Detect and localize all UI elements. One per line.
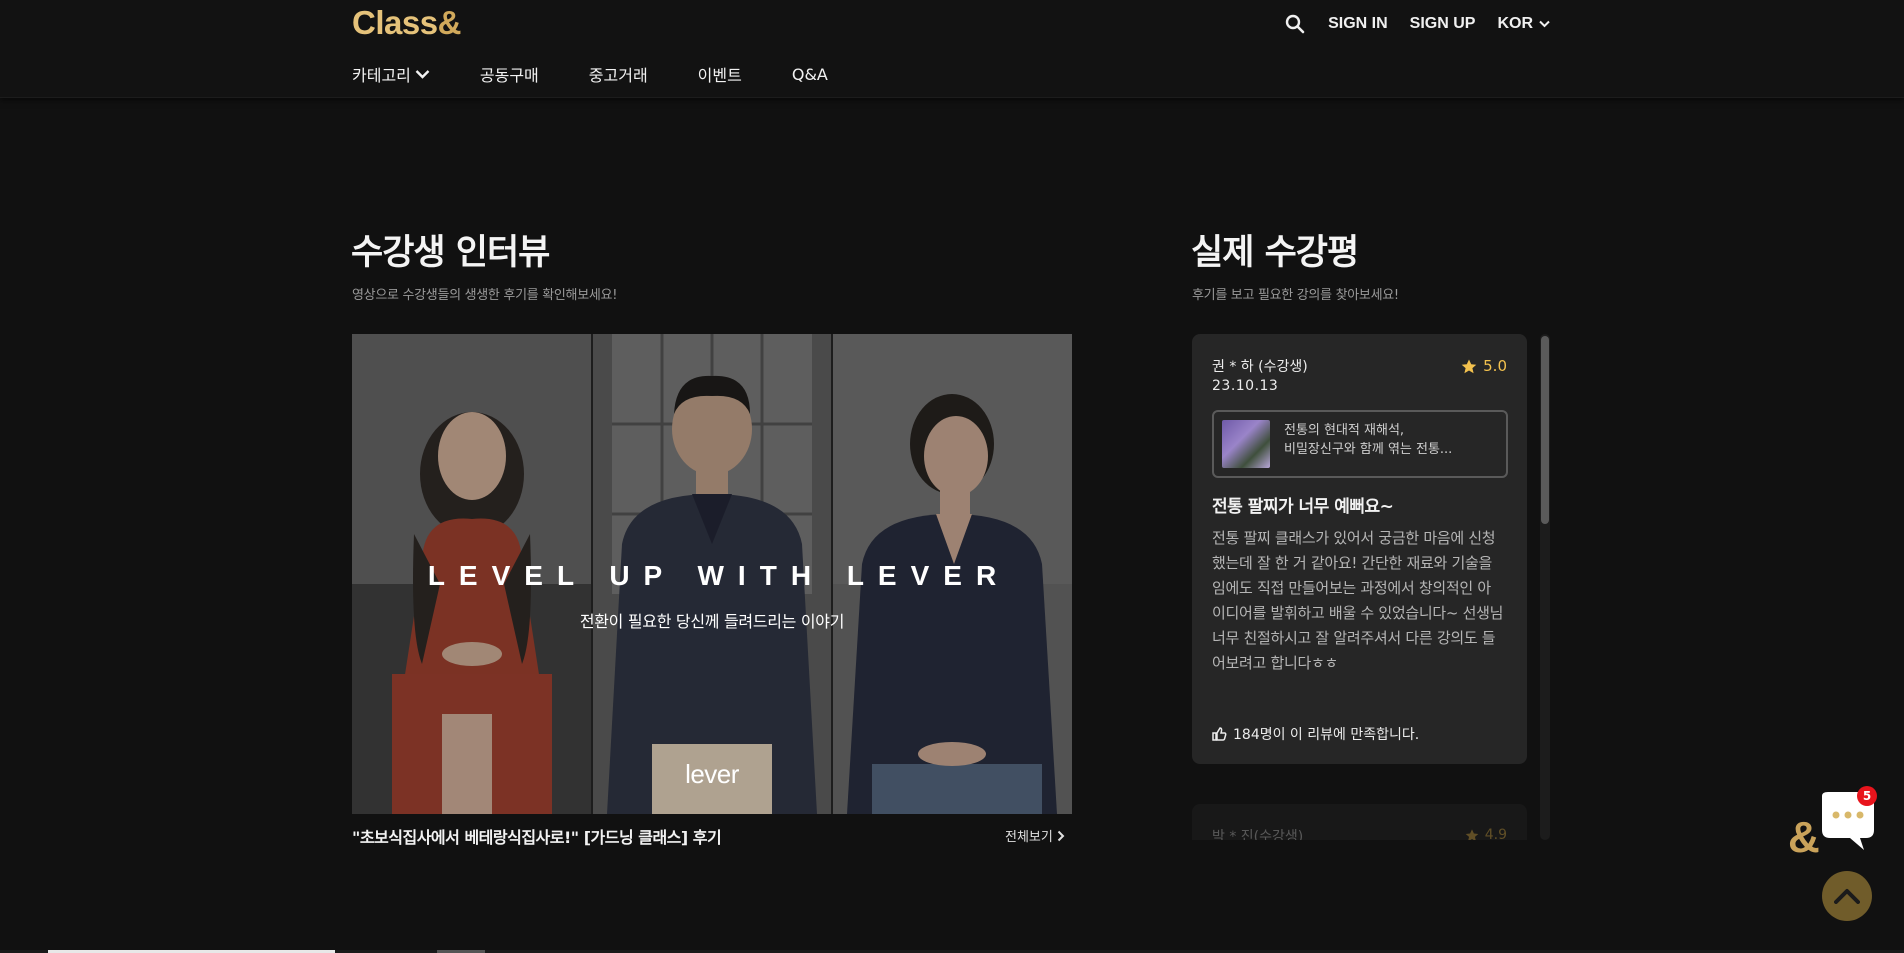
chevron-right-icon — [1057, 830, 1065, 841]
main-nav: 카테고리 공동구매 중고거래 이벤트 Q&A — [352, 62, 878, 86]
nav-label: 카테고리 — [352, 66, 411, 85]
star-icon — [1465, 828, 1479, 840]
video-caption[interactable]: "초보식집사에서 베테랑식집사로!" [가드닝 클래스] 후기 — [352, 824, 722, 848]
likes-text: 184명이 이 리뷰에 만족합니다. — [1233, 727, 1420, 743]
review-rating: 4.9 — [1465, 827, 1507, 840]
chevron-down-icon — [415, 70, 430, 79]
reviews-title: 실제 수강평 — [1191, 233, 1359, 273]
rating-value: 5.0 — [1483, 357, 1507, 375]
review-date: 23.10.13 — [1212, 378, 1279, 394]
logo-text: Class — [352, 4, 438, 41]
review-card[interactable]: 박 * 진(수강생) 4.9 — [1192, 804, 1527, 840]
site-header: Class& SIGN IN SIGN UP KOR 카테고리 공동구매 중고거… — [0, 0, 1904, 98]
search-icon[interactable] — [1284, 13, 1306, 35]
view-all-link[interactable]: 전체보기 — [1005, 826, 1065, 845]
scroll-to-top-button[interactable] — [1822, 871, 1872, 921]
chevron-down-icon — [1539, 20, 1550, 28]
review-title: 전통 팔찌가 너무 예뻐요~ — [1212, 497, 1394, 517]
nav-item-group-buy[interactable]: 공동구매 — [480, 62, 539, 86]
view-all-label: 전체보기 — [1005, 830, 1053, 845]
review-body: 전통 팔찌 클래스가 있어서 궁금한 마음에 신청했는데 잘 한 거 같아요! … — [1212, 529, 1504, 672]
top-right-menu: SIGN IN SIGN UP KOR — [1284, 13, 1550, 35]
chat-notification-badge: 5 — [1857, 786, 1877, 806]
review-card[interactable]: 권 * 하 (수강생) 23.10.13 5.0 전통의 현대적 재해석, 비밀… — [1192, 334, 1527, 764]
chevron-up-icon — [1834, 889, 1860, 904]
class-title-line: 전통의 현대적 재해석, — [1284, 423, 1405, 438]
language-select[interactable]: KOR — [1497, 15, 1550, 33]
video-headline: LEVEL UP WITH LEVER — [427, 560, 1011, 591]
reviewer-name: 권 * 하 (수강생) — [1212, 359, 1308, 375]
nav-item-used-market[interactable]: 중고거래 — [589, 62, 648, 86]
nav-item-category[interactable]: 카테고리 — [352, 62, 430, 86]
sign-in-link[interactable]: SIGN IN — [1328, 15, 1388, 33]
video-subline: 전환이 필요한 당신께 들려드리는 이야기 — [579, 612, 845, 631]
class-title: 전통의 현대적 재해석, 비밀장신구와 함께 엮는 전통... — [1284, 421, 1494, 459]
class-thumbnail — [1222, 420, 1270, 468]
class-title-line: 비밀장신구와 함께 엮는 전통... — [1284, 442, 1453, 457]
reviews-subtitle: 후기를 보고 필요한 강의를 찾아보세요! — [1192, 288, 1399, 303]
rating-value: 4.9 — [1484, 827, 1507, 840]
language-label: KOR — [1497, 15, 1533, 32]
interview-video[interactable]: LEVEL UP WITH LEVER 전환이 필요한 당신께 들려드리는 이야… — [352, 334, 1072, 814]
thumbs-up-icon — [1212, 727, 1227, 741]
lever-logo: lever — [685, 759, 739, 789]
nav-item-qna[interactable]: Q&A — [792, 62, 828, 86]
review-rating: 5.0 — [1461, 357, 1507, 375]
review-list[interactable]: 권 * 하 (수강생) 23.10.13 5.0 전통의 현대적 재해석, 비밀… — [1192, 334, 1528, 840]
interview-title: 수강생 인터뷰 — [351, 233, 550, 273]
sign-up-link[interactable]: SIGN UP — [1410, 15, 1476, 33]
logo-amp: & — [437, 4, 462, 41]
interview-subtitle: 영상으로 수강생들의 생생한 후기를 확인해보세요! — [352, 288, 618, 303]
svg-text:&: & — [1788, 813, 1820, 862]
review-class-link[interactable]: 전통의 현대적 재해석, 비밀장신구와 함께 엮는 전통... — [1212, 410, 1508, 478]
star-icon — [1461, 359, 1477, 373]
nav-item-event[interactable]: 이벤트 — [698, 62, 742, 86]
reviewer-name: 박 * 진(수강생) — [1212, 829, 1304, 840]
review-scrollbar-thumb[interactable] — [1541, 336, 1549, 524]
site-logo[interactable]: Class& — [352, 4, 461, 42]
review-likes[interactable]: 184명이 이 리뷰에 만족합니다. — [1212, 724, 1419, 744]
